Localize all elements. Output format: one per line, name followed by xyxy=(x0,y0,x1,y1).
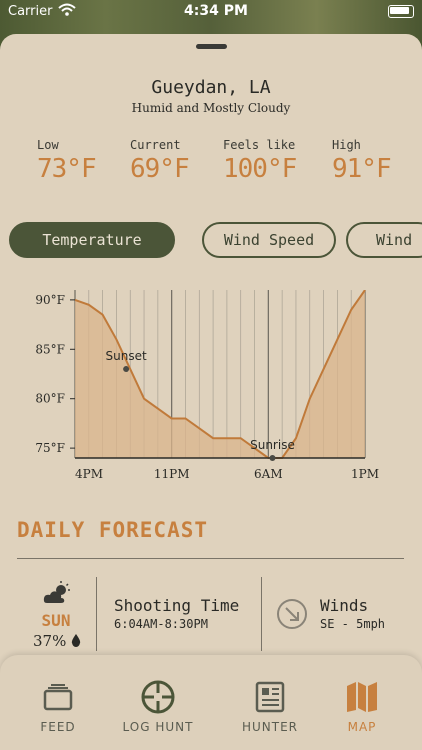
feed-icon xyxy=(18,680,98,714)
temp-label: Low xyxy=(37,138,59,152)
x-tick-label: 4PM xyxy=(75,467,103,480)
annotation-label: Sunrise xyxy=(250,438,295,452)
nav-map[interactable]: MAP xyxy=(322,680,402,734)
forecast-divider xyxy=(17,558,404,559)
tab-wind-speed[interactable]: Wind Speed xyxy=(202,222,336,258)
status-bar: Carrier 4:34 PM xyxy=(0,0,422,24)
winds-value: SE - 5mph xyxy=(320,617,386,631)
temp-current: Current 69°F xyxy=(130,138,190,184)
weather-condition: Humid and Mostly Cloudy xyxy=(131,101,291,115)
winds-label: Winds xyxy=(320,596,369,615)
x-tick-label: 11PM xyxy=(154,467,190,480)
day-summary: SUN xyxy=(36,581,76,630)
nav-label: LOG HUNT xyxy=(122,720,194,734)
droplet-icon xyxy=(71,632,81,650)
tab-temperature[interactable]: Temperature xyxy=(9,222,175,258)
temp-label: Feels like xyxy=(223,138,296,152)
map-icon xyxy=(322,680,402,714)
temp-label: High xyxy=(332,138,361,152)
tab-wind[interactable]: Wind xyxy=(346,222,422,258)
nav-label: FEED xyxy=(40,720,76,734)
y-tick-label: 80°F xyxy=(35,392,65,406)
crosshair-icon xyxy=(118,680,198,714)
nav-hunter[interactable]: HUNTER xyxy=(230,680,310,734)
humidity: 37% xyxy=(33,632,81,650)
battery-icon xyxy=(388,5,414,18)
shooting-time-label: Shooting Time xyxy=(114,596,240,615)
daily-forecast-title: DAILY FORECAST xyxy=(17,518,209,542)
y-tick-label: 90°F xyxy=(35,293,65,307)
temp-value: 100°F xyxy=(223,154,297,184)
temp-feels-like: Feels like 100°F xyxy=(223,138,297,184)
forecast-separator xyxy=(96,577,97,651)
temp-label: Current xyxy=(130,138,181,152)
temp-low: Low 73°F xyxy=(37,138,97,184)
wind-direction-icon xyxy=(276,598,308,634)
nav-feed[interactable]: FEED xyxy=(18,680,98,734)
weather-sheet: Gueydan, LA Humid and Mostly Cloudy Low … xyxy=(0,34,422,750)
bottom-nav: FEED LOG HUNT HUNTER MAP xyxy=(0,655,422,750)
newspaper-icon xyxy=(230,680,310,714)
annotation-label: Sunset xyxy=(106,349,147,363)
carrier-label: Carrier xyxy=(8,4,53,19)
annotation-marker xyxy=(123,366,130,373)
y-tick-label: 75°F xyxy=(35,441,65,455)
location-title: Gueydan, LA xyxy=(151,77,271,98)
wifi-icon xyxy=(58,3,76,21)
forecast-day: SUN xyxy=(41,611,71,630)
temp-high: High 91°F xyxy=(332,138,392,184)
x-tick-label: 1PM xyxy=(351,467,379,480)
temp-value: 73°F xyxy=(37,154,97,184)
nav-label: HUNTER xyxy=(241,720,299,734)
temperature-chart: 90°F 85°F 80°F 75°F 4PM 11PM 6AM 1PM Sunset Sunri… xyxy=(0,289,422,509)
temp-value: 69°F xyxy=(130,154,190,184)
forecast-separator xyxy=(261,577,262,651)
shooting-time-block: Shooting Time 6:04AM-8:30PM xyxy=(114,596,239,631)
partly-cloudy-icon xyxy=(36,581,76,609)
winds-block: Winds SE - 5mph xyxy=(320,596,385,631)
chart-svg: 90°F 85°F 80°F 75°F 4PM 11PM 6AM 1PM Sunset Sunri… xyxy=(35,289,379,509)
annotation-marker xyxy=(269,455,276,461)
drag-handle[interactable] xyxy=(196,44,227,49)
nav-label: MAP xyxy=(347,720,377,734)
y-tick-label: 85°F xyxy=(35,342,65,356)
temp-value: 91°F xyxy=(332,154,392,184)
forecast-row[interactable]: SUN 37% Shooting Time 6:04AM-8:30PM Wind… xyxy=(0,569,422,659)
humidity-value: 37% xyxy=(33,632,67,650)
shooting-time-value: 6:04AM-8:30PM xyxy=(114,617,208,631)
x-tick-label: 6AM xyxy=(254,467,283,480)
status-time: 4:34 PM xyxy=(184,3,248,19)
nav-log-hunt[interactable]: LOG HUNT xyxy=(118,680,198,734)
